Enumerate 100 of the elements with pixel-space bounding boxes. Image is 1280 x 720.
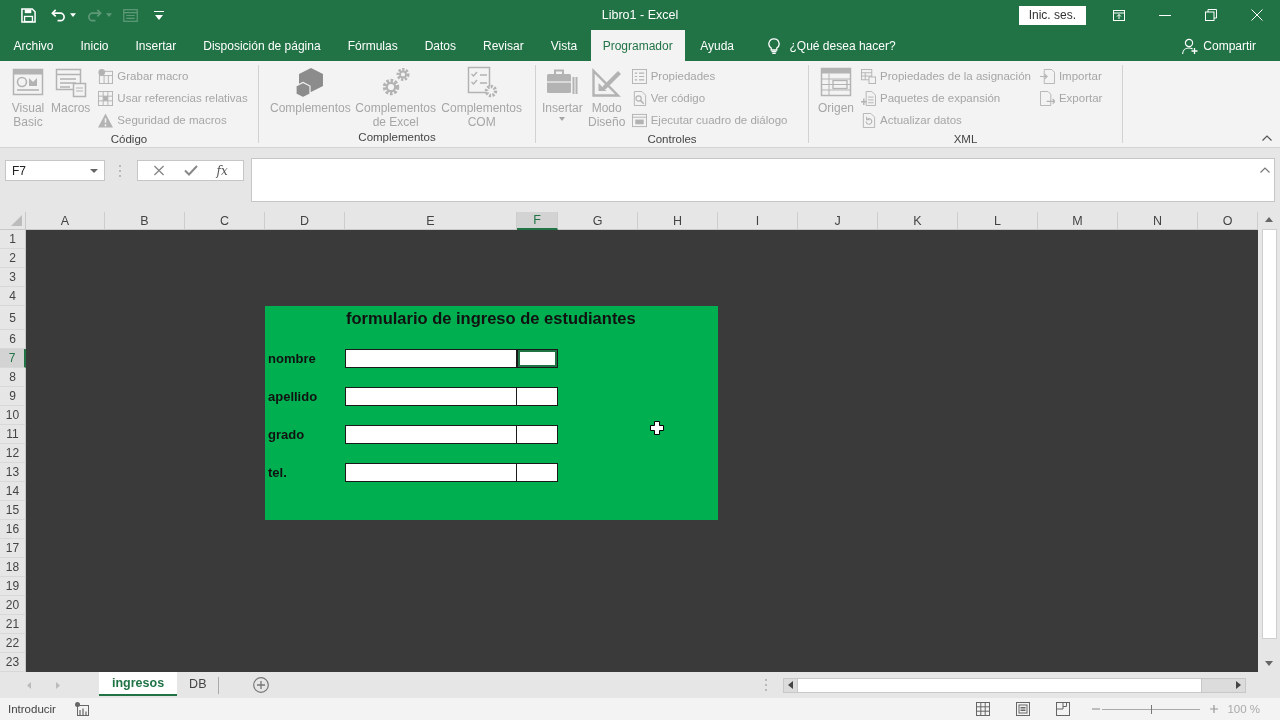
scrollbar-thumb[interactable] [797,678,1202,692]
ribbon-tab[interactable]: Inicio [67,30,123,61]
row-header[interactable]: 4 [0,287,26,306]
row-header[interactable]: 10 [0,406,26,425]
ribbon-tab[interactable]: Programador [590,30,685,61]
window-icon [12,66,44,98]
field-label: grado [267,427,306,442]
row-header[interactable]: 5 [0,306,26,330]
form-title: formulario de ingreso de estudiantes [345,308,637,328]
row-header[interactable]: 12 [0,444,26,463]
column-header[interactable]: D [265,212,345,230]
row-header[interactable]: 1 [0,230,26,249]
row-header[interactable]: 9 [0,387,26,406]
page-break-icon[interactable] [1056,702,1071,716]
scroll-right-icon[interactable] [1236,681,1241,689]
caret-icon[interactable] [70,13,76,17]
group-label: XML [953,132,978,147]
row-header[interactable]: 13 [0,463,26,482]
scroll-up-icon[interactable] [1265,217,1273,222]
cancel-icon[interactable] [153,165,166,176]
input-cell[interactable] [516,463,558,482]
collapse-ribbon-icon[interactable] [1262,135,1272,141]
row-header[interactable]: 6 [0,330,26,349]
share-button[interactable]: Compartir [1182,30,1256,61]
customize-caret-icon[interactable] [154,10,164,20]
horizontal-scrollbar[interactable] [783,677,1246,693]
scrollbar-thumb[interactable] [1261,229,1277,639]
ribbon-tab[interactable]: Vista [537,30,591,61]
row-header[interactable]: 17 [0,539,26,558]
input-cell[interactable] [516,387,558,406]
column-header[interactable]: G [558,212,638,230]
page-layout-icon[interactable] [1016,702,1031,716]
row-header[interactable]: 22 [0,634,26,653]
sheet-tab[interactable]: ingresos [99,672,178,696]
row-header[interactable]: 3 [0,268,26,287]
input-cell[interactable] [345,387,517,406]
row-header[interactable]: 23 [0,653,26,672]
column-header[interactable]: H [638,212,718,230]
name-box[interactable]: F7 [5,160,105,181]
add-sheet-icon[interactable] [253,677,270,693]
input-cell[interactable] [345,349,517,368]
formula-field[interactable] [251,158,1275,202]
row-header[interactable]: 18 [0,558,26,577]
ribbon-tab[interactable]: Revisar [469,30,538,61]
ribbon-tab[interactable]: Archivo [0,30,67,61]
row-header[interactable]: 2 [0,249,26,268]
row-header[interactable]: 8 [0,368,26,387]
column-header[interactable]: M [1038,212,1118,230]
ribbon-display-icon[interactable] [1113,9,1125,21]
column-header[interactable]: E [345,212,517,230]
insert-function-button[interactable]: fx [216,163,228,178]
ribbon-tab[interactable]: Disposición de página [189,30,335,61]
close-icon[interactable] [1251,9,1263,21]
normal-view-icon[interactable] [976,702,991,716]
ribbon-tab[interactable]: Datos [411,30,470,61]
column-header[interactable]: L [958,212,1038,230]
input-cell[interactable] [516,349,558,368]
input-cell[interactable] [345,463,517,482]
field-label: tel. [267,465,288,480]
row-header[interactable]: 19 [0,577,26,596]
row-header[interactable]: 7 [0,349,26,368]
ribbon-tab[interactable]: Fórmulas [334,30,412,61]
column-header[interactable]: J [798,212,878,230]
row-header[interactable]: 14 [0,482,26,501]
input-cell[interactable] [345,425,517,444]
column-header[interactable]: O [1198,212,1258,230]
field-label: apellido [267,389,319,404]
row-header[interactable]: 11 [0,425,26,444]
row-header[interactable]: 16 [0,520,26,539]
column-header[interactable]: F [517,212,558,230]
tell-me-button[interactable]: ¿Qué desea hacer? [767,30,896,61]
row-header[interactable]: 15 [0,501,26,520]
input-cell[interactable] [516,425,558,444]
restore-icon[interactable] [1205,9,1217,21]
check-icon[interactable] [183,165,198,176]
undo-icon[interactable] [51,7,66,23]
column-header[interactable]: C [185,212,265,230]
save-icon[interactable] [21,7,36,23]
minimize-icon[interactable] [1159,14,1171,16]
sheet-chart-icon[interactable] [74,702,89,716]
scroll-down-icon[interactable] [1265,661,1273,666]
row-header[interactable]: 21 [0,615,26,634]
scroll-left-icon[interactable] [788,681,793,689]
sheet-icon [98,68,114,84]
ribbon-tab[interactable]: Ayuda [686,30,748,61]
grid-icon [861,68,877,84]
column-header[interactable]: I [718,212,798,230]
document-plus-icon [861,90,877,106]
column-header[interactable]: B [105,212,185,230]
column-header[interactable]: A [26,212,105,230]
row-header[interactable]: 20 [0,596,26,615]
caret-icon[interactable] [90,168,98,173]
column-header[interactable]: N [1118,212,1198,230]
ribbon-tab[interactable]: Insertar [122,30,190,61]
document-arrow-icon [1039,68,1055,84]
column-header[interactable]: K [878,212,958,230]
sign-in-button[interactable]: Inic. ses. [1018,5,1086,25]
person-plus-icon [1182,37,1199,54]
sheet-tab[interactable]: DB [177,672,219,696]
expand-caret-icon[interactable] [1260,167,1270,173]
